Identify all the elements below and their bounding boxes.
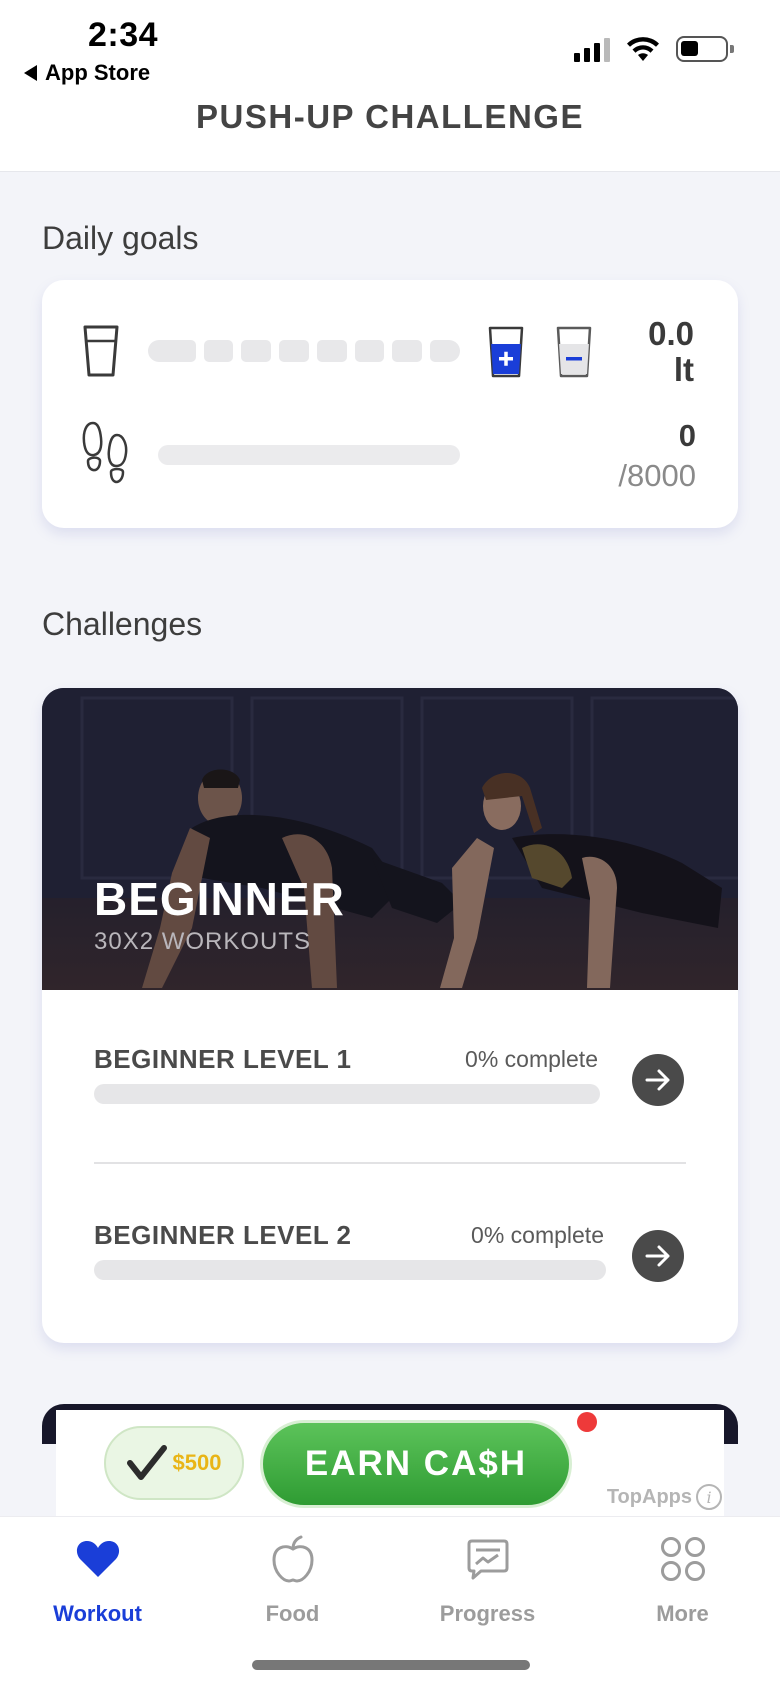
beginner-level-1-row[interactable]: BEGINNER LEVEL 1 0% complete xyxy=(94,1044,684,1154)
footsteps-icon xyxy=(82,421,128,484)
info-icon[interactable]: i xyxy=(696,1484,722,1510)
level-1-start-button[interactable] xyxy=(632,1054,684,1106)
water-value: 0.0 xyxy=(648,315,694,352)
water-amount: 0.0 lt xyxy=(648,316,694,388)
checkmark-icon xyxy=(126,1445,167,1480)
tab-progress[interactable]: Progress xyxy=(390,1517,585,1647)
water-unit: lt xyxy=(673,351,694,388)
apple-icon xyxy=(272,1535,313,1583)
add-water-button[interactable] xyxy=(488,326,524,378)
tab-workout[interactable]: Workout xyxy=(0,1517,195,1647)
tab-label: Food xyxy=(265,1601,320,1626)
level-progress-label: 0% complete xyxy=(465,1046,598,1072)
grid-icon xyxy=(660,1537,705,1581)
challenge-title: BEGINNER xyxy=(94,873,345,925)
battery-icon xyxy=(676,36,734,62)
level-name: BEGINNER LEVEL 1 xyxy=(94,1044,352,1074)
ad-brand-label: TopApps xyxy=(606,1485,692,1508)
level-divider xyxy=(94,1162,686,1164)
beginner-hero-image[interactable]: BEGINNER 30X2 WORKOUTS xyxy=(42,688,738,990)
status-time: 2:34 xyxy=(88,16,159,54)
tab-food[interactable]: Food xyxy=(195,1517,390,1647)
back-arrow-icon xyxy=(24,65,37,81)
challenges-heading: Challenges xyxy=(42,606,203,642)
tab-more[interactable]: More xyxy=(585,1517,780,1647)
water-progress-track xyxy=(148,340,460,362)
level-progress-track xyxy=(94,1260,606,1280)
tab-label: Progress xyxy=(439,1601,536,1626)
arrow-right-icon xyxy=(645,1069,670,1091)
progress-chart-icon xyxy=(467,1539,508,1580)
daily-goals-heading: Daily goals xyxy=(42,220,199,256)
back-label: App Store xyxy=(45,60,151,85)
level-2-start-button[interactable] xyxy=(632,1230,684,1282)
level-progress-track xyxy=(94,1084,600,1104)
home-indicator xyxy=(252,1660,530,1670)
back-to-app-store[interactable]: App Store xyxy=(24,60,150,86)
beginner-level-2-row[interactable]: BEGINNER LEVEL 2 0% complete xyxy=(94,1220,684,1330)
heart-icon xyxy=(76,1541,119,1577)
challenge-subtitle: 30X2 WORKOUTS xyxy=(94,928,312,955)
arrow-right-icon xyxy=(645,1245,670,1267)
ad-reward-amount: $500 xyxy=(172,1450,222,1475)
level-progress-label: 0% complete xyxy=(471,1222,604,1248)
cellular-signal-icon xyxy=(574,36,610,62)
steps-value: 0 xyxy=(678,418,696,453)
earn-cash-button[interactable]: EARN CA$H xyxy=(260,1420,572,1508)
ad-brand[interactable]: TopApps i xyxy=(607,1484,722,1510)
top-bar: 2:34 App Store PUSH-UP CHALLENGE xyxy=(0,0,780,172)
status-icons xyxy=(574,36,734,62)
ad-banner[interactable]: $500 EARN CA$H TopApps i xyxy=(56,1410,724,1516)
page-title: PUSH-UP CHALLENGE xyxy=(196,98,584,135)
tab-label: More xyxy=(656,1601,709,1626)
steps-goal: /8000 xyxy=(618,458,696,493)
level-name: BEGINNER LEVEL 2 xyxy=(94,1220,352,1250)
water-glass-icon xyxy=(83,325,119,377)
daily-goals-card: 0.0 lt 0 /8000 xyxy=(42,280,738,528)
ad-reward-badge[interactable]: $500 xyxy=(104,1426,244,1500)
steps-progress-track xyxy=(158,445,460,465)
notification-dot xyxy=(577,1412,597,1432)
remove-water-button[interactable] xyxy=(556,326,592,378)
wifi-icon xyxy=(627,37,659,61)
tab-label: Workout xyxy=(53,1601,142,1626)
beginner-challenge-card: BEGINNER 30X2 WORKOUTS BEGINNER LEVEL 1 … xyxy=(42,688,738,1343)
